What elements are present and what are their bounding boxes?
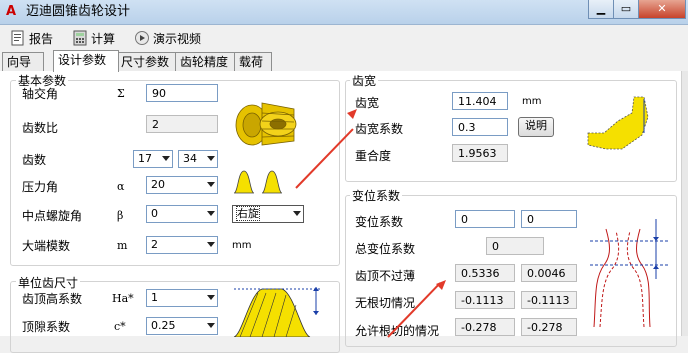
shift-coef-label: 变位系数 — [355, 215, 404, 229]
chevron-down-icon — [207, 156, 215, 161]
addendum-coef-symbol: Ha* — [112, 292, 134, 305]
pressure-angle-value: 20 — [151, 178, 165, 191]
shaft-angle-label: 轴交角 — [22, 87, 59, 101]
clearance-coef-symbol: c* — [114, 320, 126, 333]
design-params-panel: 基本参数 轴交角 Σ 90 齿数比 2 齿数 17 34 压力角 α 20 中点… — [0, 71, 688, 353]
minimize-button[interactable]: ▁ — [588, 0, 614, 19]
toolbar: 报告 计算 演示视频 — [0, 25, 688, 51]
chevron-down-icon — [162, 156, 170, 161]
window-title: 迈迪圆锥齿轮设计 — [26, 4, 131, 19]
report-label: 报告 — [29, 31, 54, 46]
demo-video-button[interactable]: 演示视频 — [134, 28, 201, 48]
chevron-down-icon — [207, 182, 215, 187]
face-width-coef-label: 齿宽系数 — [355, 122, 404, 136]
face-width-diagram-image — [587, 96, 649, 150]
clearance-coef-label: 顶隙系数 — [22, 320, 71, 334]
spiral-angle-symbol: β — [117, 209, 124, 222]
report-button[interactable]: 报告 — [10, 28, 53, 48]
unit-tooth-title: 单位齿尺寸 — [16, 274, 81, 291]
calculator-icon — [73, 30, 87, 46]
allowed-undercut-1-field: -0.278 — [455, 318, 515, 336]
tab-load[interactable]: 载荷 — [234, 52, 272, 71]
spiral-angle-value: 0 — [151, 207, 158, 220]
tip-not-thin-label: 齿顶不过薄 — [355, 269, 416, 283]
tab-gear-accuracy[interactable]: 齿轮精度 — [175, 52, 237, 71]
tooth-dimension-image — [233, 287, 320, 337]
chevron-down-icon — [293, 211, 301, 216]
tab-bar: 向导 设计参数 尺寸参数 齿轮精度 载荷 — [0, 50, 688, 72]
no-undercut-label: 无根切情况 — [355, 296, 416, 310]
shaft-angle-input[interactable]: 90 — [146, 84, 218, 102]
app-logo-icon: A — [6, 4, 17, 19]
calculate-label: 计算 — [91, 31, 116, 46]
face-width-unit: mm — [522, 96, 542, 107]
teeth-z1-value: 17 — [138, 152, 152, 165]
ratio-field: 2 — [146, 115, 218, 133]
title-bar: A 迈迪圆锥齿轮设计 ▁ ▭ ✕ — [0, 0, 688, 25]
teeth-label: 齿数 — [22, 153, 47, 167]
pressure-angle-symbol: α — [117, 180, 125, 193]
face-width-coef-input[interactable]: 0.3 — [452, 118, 508, 136]
teeth-z2-select[interactable]: 34 — [178, 150, 218, 168]
explain-button[interactable]: 说明 — [518, 117, 554, 137]
bevel-gear-pair-image — [235, 102, 297, 146]
face-width-title: 齿宽 — [350, 72, 379, 89]
total-shift-field: 0 — [486, 237, 544, 255]
report-icon — [11, 30, 24, 46]
undercut-diagram-image — [590, 219, 668, 328]
video-icon — [135, 31, 149, 45]
spiral-hand-value: 右旋 — [236, 206, 260, 221]
module-select[interactable]: 2 — [146, 236, 218, 254]
addendum-coef-value: 1 — [151, 291, 158, 304]
tab-dimension-params[interactable]: 尺寸参数 — [116, 52, 178, 71]
chevron-down-icon — [207, 295, 215, 300]
tab-design-params[interactable]: 设计参数 — [53, 50, 119, 72]
teeth-z2-value: 34 — [183, 152, 197, 165]
pressure-angle-label: 压力角 — [22, 180, 59, 194]
no-undercut-2-field: -0.1113 — [521, 291, 577, 309]
spiral-hand-select[interactable]: 右旋 — [232, 205, 304, 223]
shift-coef-2-input[interactable]: 0 — [521, 210, 577, 228]
spiral-angle-select[interactable]: 0 — [146, 205, 218, 223]
ratio-label: 齿数比 — [22, 121, 59, 135]
clearance-coef-select[interactable]: 0.25 — [146, 317, 218, 335]
contact-ratio-field: 1.9563 — [452, 144, 508, 162]
chevron-down-icon — [207, 242, 215, 247]
demo-video-label: 演示视频 — [153, 31, 202, 46]
addendum-coef-select[interactable]: 1 — [146, 289, 218, 307]
contact-ratio-label: 重合度 — [355, 149, 392, 163]
profile-shift-title: 变位系数 — [350, 187, 403, 204]
chevron-down-icon — [207, 323, 215, 328]
chevron-down-icon — [207, 211, 215, 216]
tip-not-thin-1-field: 0.5336 — [455, 264, 515, 282]
module-value: 2 — [151, 238, 158, 251]
clearance-coef-value: 0.25 — [151, 319, 176, 332]
shaft-angle-symbol: Σ — [117, 87, 125, 100]
maximize-button[interactable]: ▭ — [613, 0, 639, 19]
annotation-arrowhead-icon — [436, 280, 446, 290]
module-symbol: m — [117, 239, 128, 252]
pressure-angle-select[interactable]: 20 — [146, 176, 218, 194]
spiral-angle-label: 中点螺旋角 — [22, 209, 83, 223]
shift-coef-1-input[interactable]: 0 — [455, 210, 515, 228]
calculate-button[interactable]: 计算 — [72, 28, 115, 48]
close-button[interactable]: ✕ — [638, 0, 686, 19]
teeth-z1-select[interactable]: 17 — [133, 150, 173, 168]
annotation-arrowhead-icon — [347, 109, 357, 119]
addendum-coef-label: 齿顶高系数 — [22, 292, 83, 306]
tooth-profile-image — [233, 170, 283, 194]
module-unit: mm — [232, 240, 252, 251]
face-width-input[interactable]: 11.404 — [452, 92, 508, 110]
module-label: 大端模数 — [22, 239, 71, 253]
no-undercut-1-field: -0.1113 — [455, 291, 515, 309]
vertical-scrollbar[interactable] — [681, 71, 688, 336]
tip-not-thin-2-field: 0.0046 — [521, 264, 577, 282]
allowed-undercut-2-field: -0.278 — [521, 318, 577, 336]
total-shift-label: 总变位系数 — [355, 242, 416, 256]
tab-wizard[interactable]: 向导 — [2, 52, 44, 71]
